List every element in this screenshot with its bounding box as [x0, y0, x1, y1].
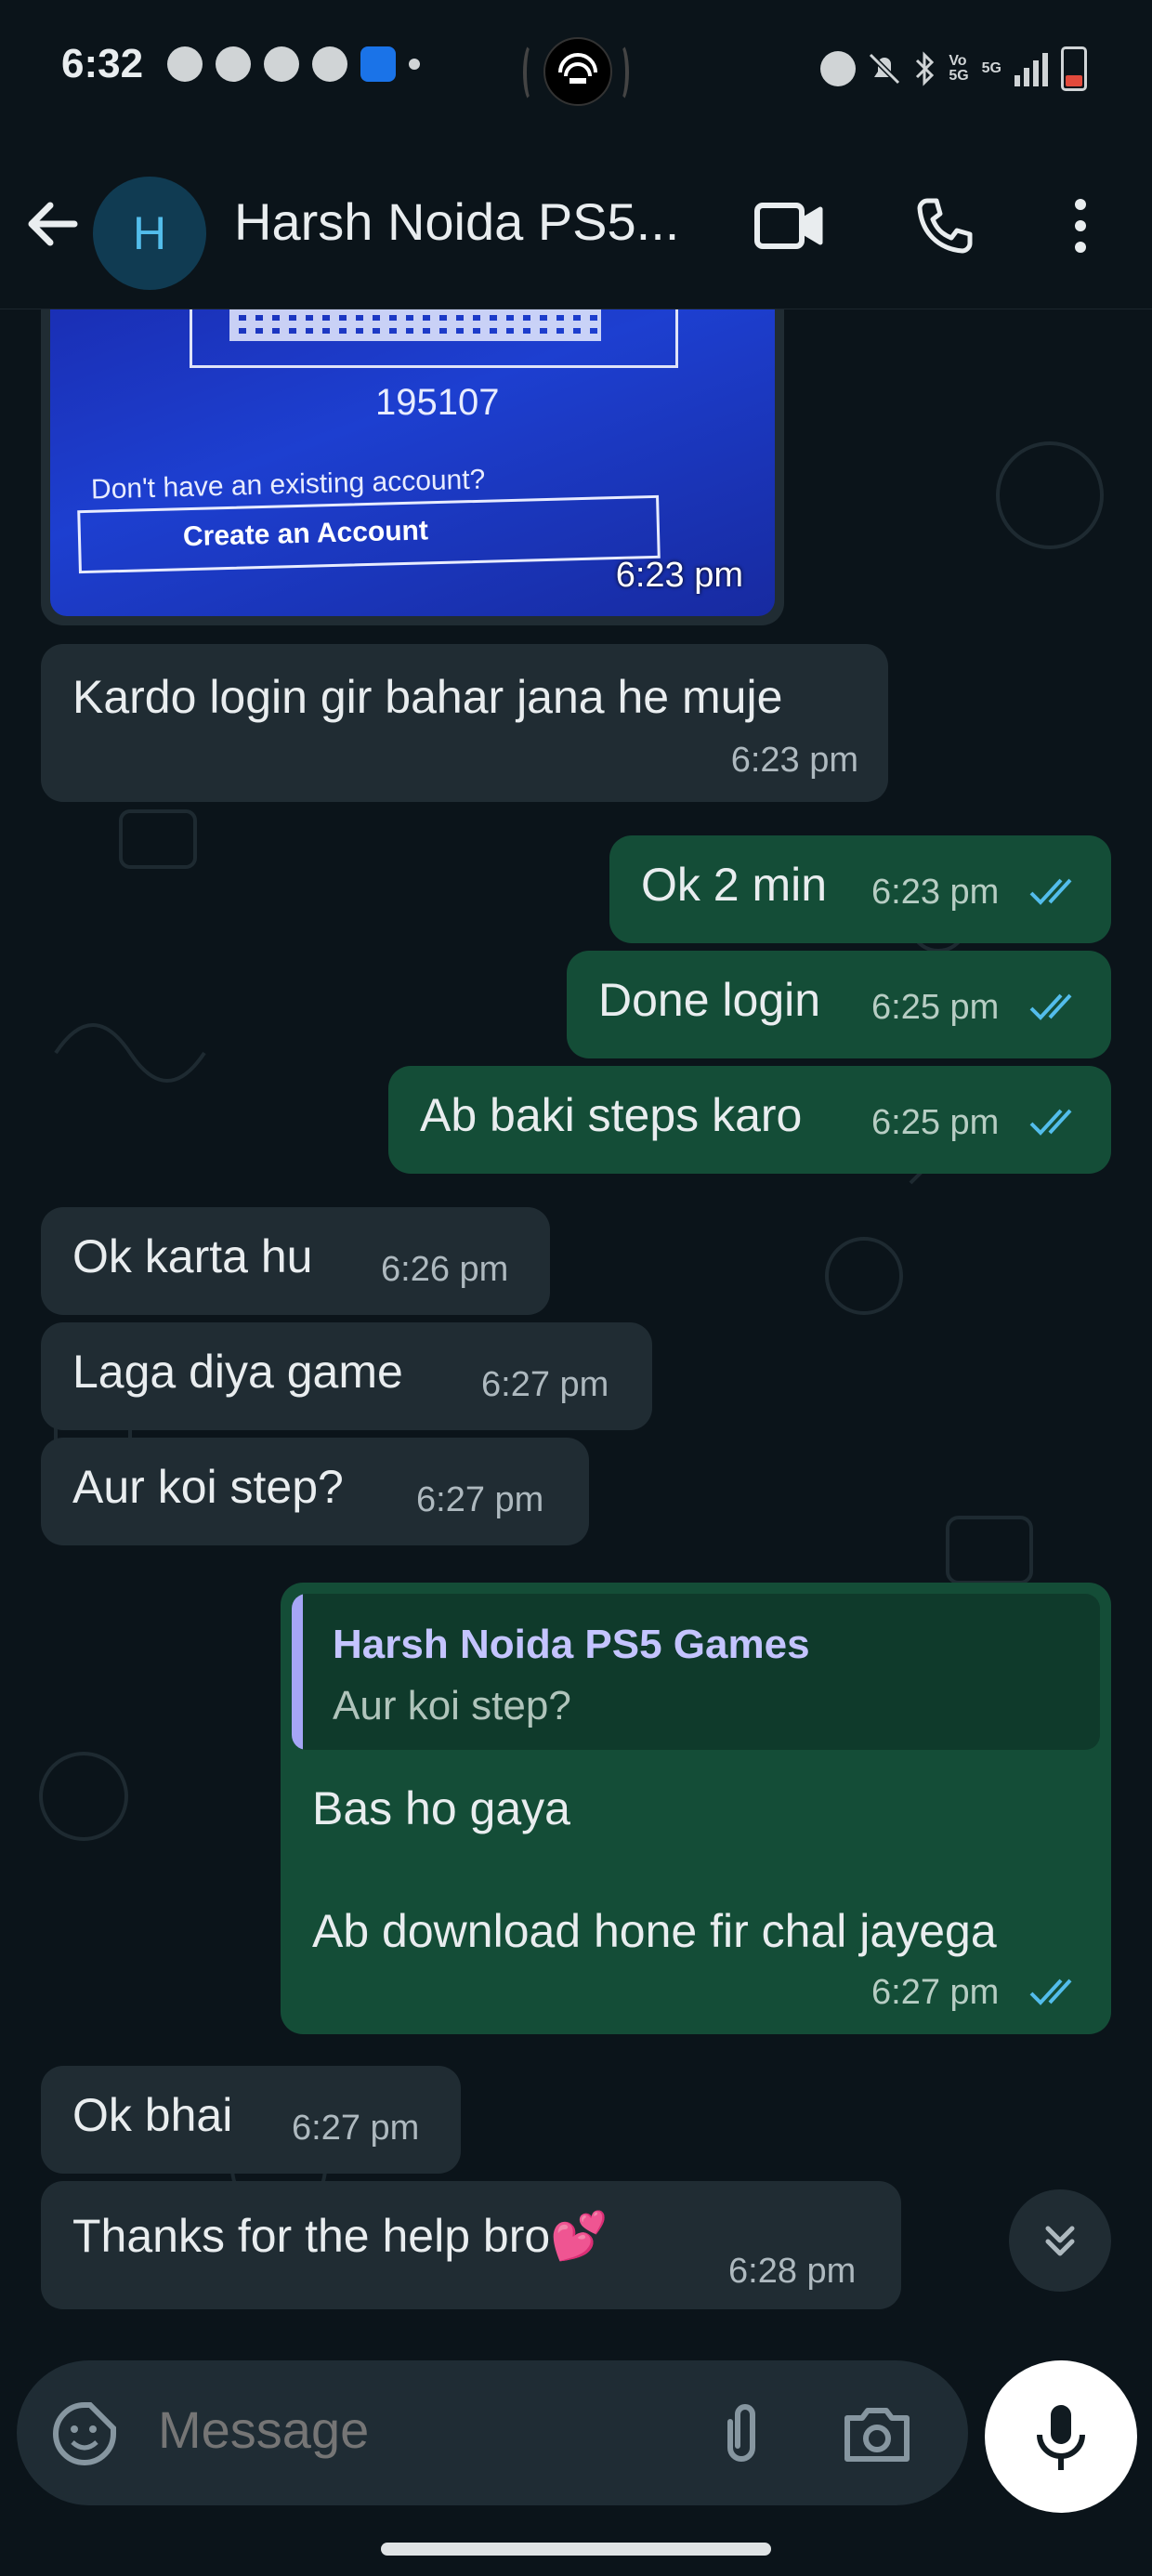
scroll-to-bottom-button[interactable] [1009, 2189, 1111, 2292]
volte-indicator: Vo 5G [949, 53, 969, 84]
message-text: Ok karta hu [72, 1230, 313, 1282]
message-text: Ok 2 min [641, 859, 828, 911]
quote-accent-bar [292, 1594, 303, 1750]
message-text: Ok bhai [72, 2089, 233, 2141]
back-button[interactable] [20, 191, 85, 256]
home-gesture-handle[interactable] [381, 2543, 771, 2556]
image-create-account-text: Create an Account [182, 515, 429, 553]
bluetooth-icon [916, 51, 935, 86]
voice-message-button[interactable] [985, 2360, 1137, 2513]
more-options-button[interactable] [1039, 184, 1122, 268]
message-time: 6:25 pm [871, 1103, 1000, 1142]
message-text-line: Ab download hone fir chal jayega [312, 1905, 997, 1957]
read-ticks-icon [1029, 1109, 1072, 1136]
back-arrow-icon [28, 202, 78, 246]
message-text: Ab baki steps karo [420, 1089, 803, 1141]
system-navigation-bar [0, 2520, 1152, 2576]
message-time: 6:23 pm [730, 741, 858, 780]
message-time: 6:23 pm [615, 556, 743, 595]
qr-code-image [190, 309, 678, 368]
contact-avatar[interactable]: H [93, 177, 206, 290]
quoted-message[interactable]: Harsh Noida PS5 Games Aur koi step? [292, 1594, 1100, 1750]
message-time: 6:28 pm [728, 2252, 857, 2291]
image-thumbnail[interactable]: 195107 Don't have an existing account? C… [50, 309, 775, 616]
image-create-account-box: Create an Account [77, 494, 661, 574]
video-call-icon [754, 203, 823, 249]
message-time: 6:26 pm [381, 1250, 509, 1289]
hotspot-icon [543, 37, 612, 106]
more-notifications-dot-icon [409, 59, 420, 70]
message-bubble-incoming[interactable]: Ok karta hu 6:26 pm [41, 1207, 550, 1315]
video-call-button[interactable] [747, 184, 831, 268]
voice-call-button[interactable] [903, 184, 987, 268]
attach-icon [727, 2404, 755, 2462]
message-time: 6:25 pm [871, 988, 1000, 1027]
message-text: Aur koi step? [72, 1461, 344, 1513]
message-bubble-incoming[interactable]: Aur koi step? 6:27 pm [41, 1438, 589, 1545]
missed-call-notification-icon [216, 46, 251, 82]
chat-header: H Harsh Noida PS5... [0, 139, 1152, 309]
whatsapp-notification-icon [167, 46, 203, 82]
message-time: 6:27 pm [292, 2109, 420, 2148]
mute-icon [869, 52, 901, 85]
reply-message-bubble-outgoing[interactable]: Harsh Noida PS5 Games Aur koi step? Bas … [281, 1583, 1111, 2034]
mic-icon [1037, 2405, 1085, 2470]
message-time: 6:27 pm [416, 1480, 544, 1519]
scroll-down-icon [1045, 2226, 1075, 2256]
message-time: 6:27 pm [481, 1365, 609, 1404]
quoted-message-text: Aur koi step? [333, 1683, 571, 1728]
status-bar: 6:32 Vo 5G 5G [0, 0, 1152, 139]
message-bubble-incoming[interactable]: Kardo login gir bahar jana he muje 6:23 … [41, 644, 888, 802]
message-bubble-outgoing[interactable]: Ab baki steps karo 6:25 pm [388, 1066, 1111, 1174]
message-text: Done login [598, 974, 821, 1026]
message-time: 6:23 pm [871, 873, 1000, 912]
quoted-sender-name: Harsh Noida PS5 Games [333, 1622, 810, 1667]
message-text: Thanks for the help bro💕 [72, 2210, 609, 2262]
message-bubble-incoming[interactable]: Laga diya game 6:27 pm [41, 1322, 652, 1430]
camera-button[interactable] [840, 2398, 914, 2472]
message-bubble-incoming[interactable]: Thanks for the help bro💕 6:28 pm [41, 2181, 901, 2309]
message-text-line: Bas ho gaya [312, 1782, 570, 1834]
more-options-icon [1075, 199, 1086, 253]
notification-icons [167, 46, 420, 82]
image-message[interactable]: 195107 Don't have an existing account? C… [41, 309, 784, 625]
read-ticks-icon [1029, 1978, 1072, 2005]
chrome-notification-icon [312, 46, 347, 82]
image-code-text: 195107 [375, 382, 500, 423]
attach-button[interactable] [704, 2396, 779, 2470]
network-type: 5G [981, 60, 1001, 76]
hotspot-indicator [523, 33, 629, 106]
message-text: Laga diya game [72, 1346, 403, 1398]
image-question-text: Don't have an existing account? [90, 464, 486, 506]
contact-name[interactable]: Harsh Noida PS5... [234, 191, 717, 252]
emoji-sticker-button[interactable] [50, 2399, 119, 2468]
message-text: Kardo login gir bahar jana he muje [72, 671, 783, 723]
message-time: 6:27 pm [871, 1973, 1000, 2012]
message-input[interactable] [158, 2399, 678, 2460]
message-bubble-outgoing[interactable]: Ok 2 min 6:23 pm [609, 835, 1111, 943]
read-ticks-icon [1029, 993, 1072, 1020]
read-ticks-icon [1029, 878, 1072, 905]
status-time: 6:32 [61, 41, 144, 86]
message-composer [17, 2360, 968, 2505]
app-notification-icon [360, 46, 396, 82]
data-saver-icon [820, 51, 857, 86]
battery-icon [1061, 46, 1087, 91]
emoji-sticker-icon [53, 2402, 116, 2465]
message-bubble-outgoing[interactable]: Done login 6:25 pm [567, 951, 1111, 1058]
message-bubble-incoming[interactable]: Ok bhai 6:27 pm [41, 2066, 461, 2174]
google-notification-icon [264, 46, 299, 82]
camera-icon [844, 2408, 910, 2462]
system-icons: Vo 5G 5G [820, 46, 1087, 91]
message-list[interactable]: 195107 Don't have an existing account? C… [0, 309, 1152, 2363]
signal-strength-icon [1015, 51, 1048, 86]
voice-call-icon [917, 198, 973, 254]
